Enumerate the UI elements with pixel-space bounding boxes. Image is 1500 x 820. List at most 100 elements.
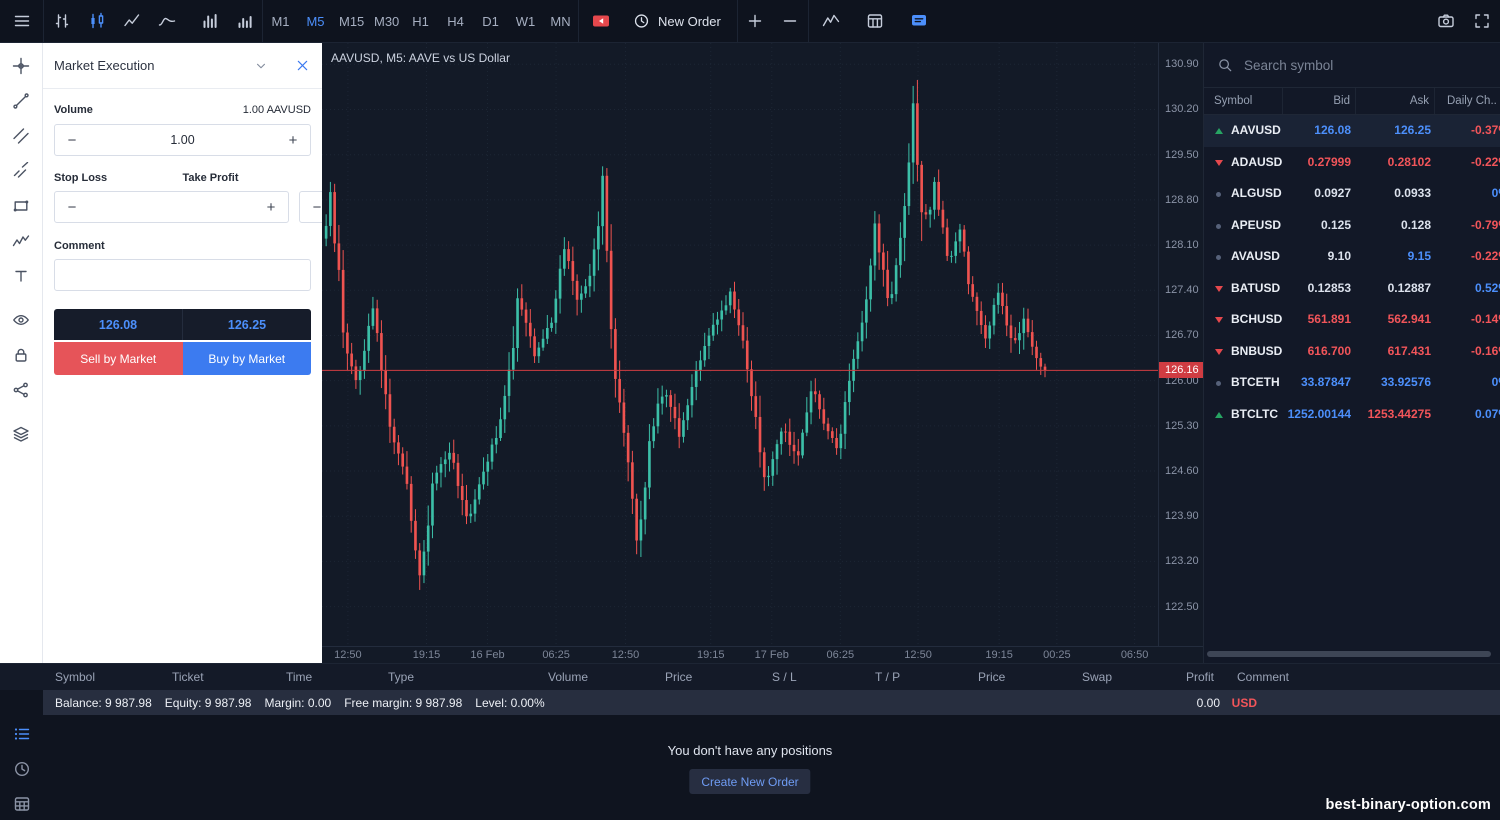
eye-icon <box>12 311 30 329</box>
stop-loss-stepper: − + <box>54 191 289 223</box>
fullscreen-button[interactable] <box>1464 0 1500 42</box>
sell-button[interactable]: Sell by Market <box>54 342 183 375</box>
bid-value: 0.27999 <box>1283 147 1351 179</box>
eye-tool-button[interactable] <box>6 305 36 335</box>
timeframe-mn[interactable]: MN <box>543 0 578 42</box>
time-axis[interactable]: 12:5019:1516 Feb06:2512:5019:1517 Feb06:… <box>322 646 1203 663</box>
watchlist-row-aavusd[interactable]: AAVUSD126.08126.25-0.37% <box>1204 115 1500 147</box>
stop-loss-decrease-button[interactable]: − <box>55 192 89 222</box>
histogram-chart-icon <box>236 12 254 30</box>
one-click-trading-button[interactable] <box>579 0 623 42</box>
stop-loss-increase-button[interactable]: + <box>254 192 288 222</box>
screenshot-button[interactable] <box>1428 0 1464 42</box>
panel-header: Market Execution <box>43 43 322 89</box>
watchlist-column-header[interactable]: Symbol <box>1204 88 1283 114</box>
timeframe-m15[interactable]: M15 <box>333 0 368 42</box>
zoom-out-button[interactable] <box>773 0 808 42</box>
waves-tool-button[interactable] <box>6 226 36 256</box>
line-chart-button[interactable] <box>114 0 149 42</box>
symbol-name: ALGUSD <box>1231 178 1282 210</box>
watchlist-row-avausd[interactable]: AVAUSD9.109.15-0.22% <box>1204 241 1500 273</box>
time-tick: 12:50 <box>334 649 362 661</box>
timeframe-d1[interactable]: D1 <box>473 0 508 42</box>
chart-type-group <box>44 0 262 42</box>
history-tab[interactable] <box>9 756 35 782</box>
time-tick: 19:15 <box>697 649 725 661</box>
create-new-order-button[interactable]: Create New Order <box>689 769 810 794</box>
indicators-button[interactable] <box>809 0 853 42</box>
stop-loss-label: Stop Loss <box>54 172 183 184</box>
lock-tool-button[interactable] <box>6 340 36 370</box>
watchlist-row-btcltc[interactable]: BTCLTC1252.001441253.442750.07% <box>1204 399 1500 431</box>
chevron-down-icon[interactable] <box>254 59 268 73</box>
price-tick: 126.70 <box>1165 329 1199 341</box>
channel-tool-button[interactable] <box>6 121 36 151</box>
area-chart-icon <box>158 12 176 30</box>
watchlist-column-header[interactable]: Ask <box>1356 88 1435 114</box>
branch-icon <box>12 381 30 399</box>
watchlist-column-header[interactable]: Bid <box>1283 88 1356 114</box>
timeframe-h1[interactable]: H1 <box>403 0 438 42</box>
price-axis[interactable]: 126.16 130.90130.20129.50128.80128.10127… <box>1158 43 1203 646</box>
timeframe-h4[interactable]: H4 <box>438 0 473 42</box>
horizontal-scrollbar[interactable] <box>1207 651 1491 657</box>
volume-chart-button[interactable] <box>192 0 227 42</box>
watchlist-row-btceth[interactable]: BTCETH33.8784733.925760% <box>1204 367 1500 399</box>
volume-input[interactable] <box>89 132 276 148</box>
menu-button[interactable] <box>0 0 43 42</box>
histogram-chart-button[interactable] <box>227 0 262 42</box>
positions-column-header: Swap <box>1082 664 1112 690</box>
buy-price: 126.25 <box>182 309 311 340</box>
watchlist-row-bnbusd[interactable]: BNBUSD616.700617.431-0.16% <box>1204 336 1500 368</box>
time-tick: 06:50 <box>1121 649 1149 661</box>
time-tick: 19:15 <box>985 649 1013 661</box>
daily-change-value: 0% <box>1435 367 1500 399</box>
volume-increase-button[interactable]: + <box>276 125 310 155</box>
daily-change-value: -0.37% <box>1435 115 1500 147</box>
timeframe-w1[interactable]: W1 <box>508 0 543 42</box>
layers-tool-button[interactable] <box>6 419 36 449</box>
chat-button[interactable] <box>897 0 941 42</box>
positions-column-header: Price <box>978 664 1005 690</box>
bars-chart-button[interactable] <box>44 0 79 42</box>
text-tool-button[interactable] <box>6 261 36 291</box>
search-input[interactable] <box>1242 57 1456 74</box>
balance-item: Level: 0.00% <box>475 696 544 710</box>
price-chart[interactable] <box>322 43 1158 646</box>
trend-flat-icon <box>1216 224 1221 229</box>
watchlist-row-adausd[interactable]: ADAUSD0.279990.28102-0.22% <box>1204 147 1500 179</box>
volume-decrease-button[interactable]: − <box>55 125 89 155</box>
volume-chart-icon <box>201 12 219 30</box>
new-order-icon <box>633 12 650 30</box>
watchlist-row-bchusd[interactable]: BCHUSD561.891562.941-0.14% <box>1204 304 1500 336</box>
positions-list-icon <box>13 725 31 743</box>
shapes-tool-button[interactable] <box>6 191 36 221</box>
crosshair-tool-button[interactable] <box>6 51 36 81</box>
pitchfork-tool-button[interactable] <box>6 156 36 186</box>
new-order-button[interactable]: New Order <box>623 0 737 42</box>
stop-loss-input[interactable] <box>89 199 254 215</box>
timeframe-m30[interactable]: M30 <box>368 0 403 42</box>
comment-input[interactable] <box>54 259 311 291</box>
watchlist-row-batusd[interactable]: BATUSD0.128530.128870.52% <box>1204 273 1500 305</box>
bid-value: 33.87847 <box>1283 367 1351 399</box>
price-tick: 123.20 <box>1165 555 1199 567</box>
candles-chart-button[interactable] <box>79 0 114 42</box>
zoom-in-button[interactable] <box>738 0 773 42</box>
buy-button[interactable]: Buy by Market <box>183 342 312 375</box>
watchlist-row-algusd[interactable]: ALGUSD0.09270.09330% <box>1204 178 1500 210</box>
economic-calendar-button[interactable] <box>853 0 897 42</box>
daily-change-value: 0.07% <box>1435 399 1500 431</box>
watchlist-column-header[interactable]: Daily Ch.. <box>1435 88 1500 114</box>
area-chart-button[interactable] <box>149 0 184 42</box>
one-click-trading-icon <box>591 12 611 30</box>
trendline-tool-button[interactable] <box>6 86 36 116</box>
comment-label: Comment <box>54 240 311 252</box>
timeframe-m1[interactable]: M1 <box>263 0 298 42</box>
timeframe-m5[interactable]: M5 <box>298 0 333 42</box>
take-profit-label: Take Profit <box>183 172 312 184</box>
watchlist-row-apeusd[interactable]: APEUSD0.1250.128-0.79% <box>1204 210 1500 242</box>
calendar-tab[interactable] <box>9 791 35 817</box>
branch-tool-button[interactable] <box>6 375 36 405</box>
close-panel-button[interactable] <box>282 44 322 88</box>
